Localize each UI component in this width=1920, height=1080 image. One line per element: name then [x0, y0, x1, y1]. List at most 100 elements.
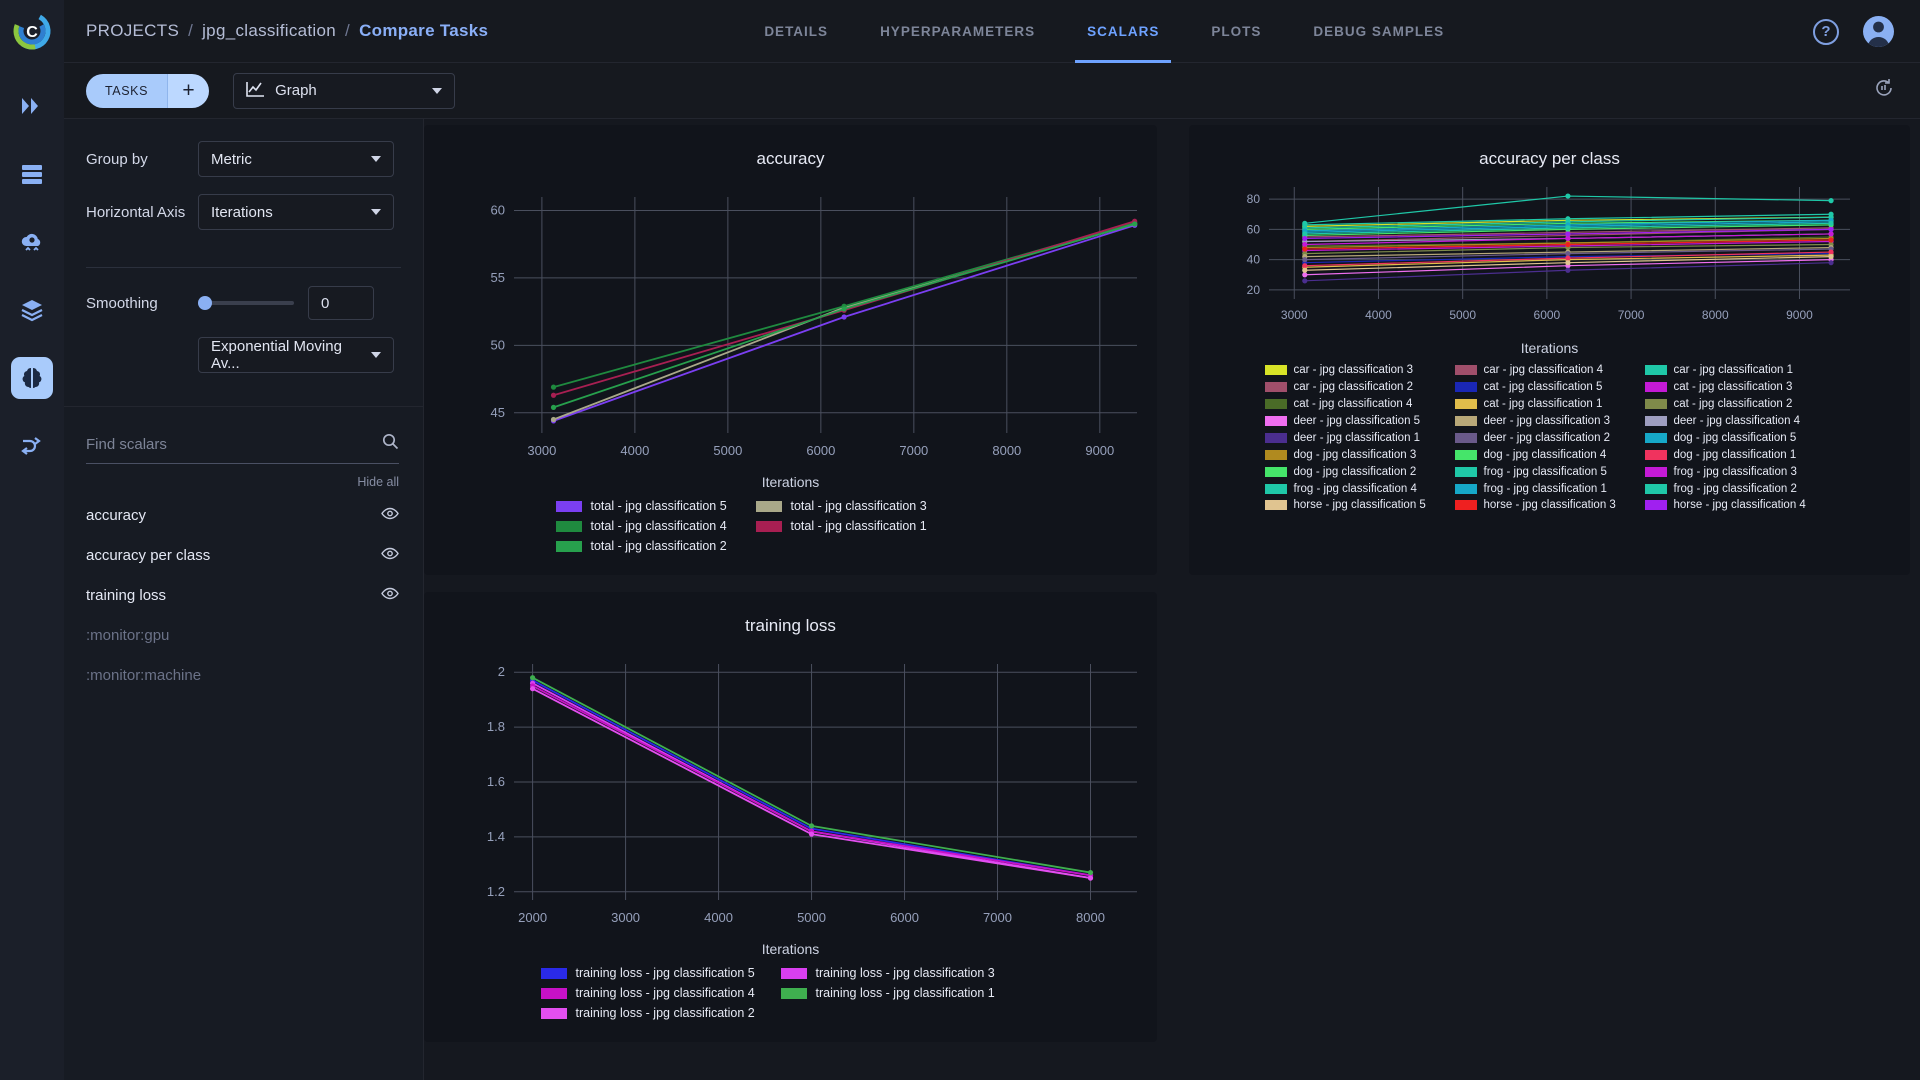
slider-knob[interactable] [198, 296, 212, 310]
legend-item[interactable]: training loss - jpg classification 4 [540, 986, 781, 1000]
chart-card-training-loss[interactable]: training loss 2000 3000 4000 5000 6000 7000 80… [424, 592, 1157, 1042]
chart-card-accuracy[interactable]: accuracy 3000 4000 5000 6000 7000 8000 9000 45 5… [424, 125, 1157, 575]
scalar-item-monitor-gpu[interactable]: :monitor:gpu [64, 615, 423, 655]
smoothing-slider[interactable] [198, 296, 294, 310]
group-by-row: Group by Metric [86, 141, 401, 177]
horizontal-axis-select[interactable]: Iterations [198, 194, 394, 230]
horizontal-axis-value: Iterations [211, 203, 273, 221]
legend-item[interactable]: training loss - jpg classification 3 [780, 966, 1021, 980]
graph-type-select[interactable]: Graph [233, 72, 456, 109]
tab-debug-samples[interactable]: DEBUG SAMPLES [1287, 0, 1470, 63]
eye-icon[interactable] [381, 547, 399, 564]
scalar-label: training loss [86, 586, 167, 604]
legend-item[interactable]: training loss - jpg classification 2 [540, 1006, 781, 1020]
legend-item[interactable]: training loss - jpg classification 1 [780, 986, 1021, 1000]
legend-item[interactable]: car - jpg classification 1 [1644, 363, 1835, 378]
svg-text:1.4: 1.4 [487, 829, 505, 844]
legend-label: frog - jpg classification 5 [1483, 465, 1607, 478]
legend-item[interactable]: total - jpg classification 5 [555, 499, 756, 513]
pipelines-icon[interactable] [11, 85, 53, 127]
legend-item[interactable]: frog - jpg classification 3 [1644, 464, 1835, 479]
smoothing-type-select[interactable]: Exponential Moving Av... [198, 337, 394, 373]
tasks-button[interactable]: TASKS [86, 73, 168, 108]
scalar-label: :monitor:machine [86, 666, 202, 684]
legend-swatch [1264, 365, 1287, 376]
workflows-icon[interactable] [11, 425, 53, 467]
legend-item[interactable]: dog - jpg classification 5 [1644, 431, 1835, 446]
legend-item[interactable]: cat - jpg classification 4 [1264, 397, 1455, 412]
legend-item[interactable]: deer - jpg classification 4 [1644, 414, 1835, 429]
eye-icon[interactable] [381, 587, 399, 604]
scalar-item-training-loss[interactable]: training loss [64, 575, 423, 615]
legend-item[interactable]: total - jpg classification 4 [555, 519, 756, 533]
svg-text:20: 20 [1247, 283, 1261, 297]
accuracy-per-class-plot[interactable]: 3000 4000 5000 6000 7000 8000 9000 20 40 60 80 [1189, 169, 1910, 329]
scalar-label: :monitor:gpu [86, 626, 170, 644]
legend-item[interactable]: cat - jpg classification 3 [1644, 380, 1835, 395]
legend-item[interactable]: horse - jpg classification 3 [1454, 498, 1645, 513]
legend-swatch [1644, 399, 1667, 410]
avatar[interactable] [1863, 16, 1894, 47]
chart-card-accuracy-per-class[interactable]: accuracy per class 3000 4000 5000 6000 7000 8… [1189, 125, 1910, 575]
legend-item[interactable]: cat - jpg classification 2 [1644, 397, 1835, 412]
legend-label: cat - jpg classification 2 [1673, 398, 1793, 411]
tab-hyperparameters[interactable]: HYPERPARAMETERS [854, 0, 1061, 63]
smoothing-input[interactable]: 0 [308, 286, 374, 320]
legend-item[interactable]: dog - jpg classification 3 [1264, 447, 1455, 462]
chart-title: accuracy [756, 149, 825, 168]
search-icon[interactable] [382, 433, 399, 455]
scalar-item-accuracy-per-class[interactable]: accuracy per class [64, 535, 423, 575]
legend-item[interactable]: frog - jpg classification 5 [1454, 464, 1645, 479]
legend-swatch [1454, 382, 1477, 393]
accuracy-plot[interactable]: 3000 4000 5000 6000 7000 8000 9000 45 50 55 60 [424, 169, 1157, 469]
legend-item[interactable]: cat - jpg classification 1 [1454, 397, 1645, 412]
breadcrumb-projects[interactable]: PROJECTS [86, 21, 179, 41]
legend-item[interactable]: car - jpg classification 3 [1264, 363, 1455, 378]
slider-track [198, 301, 294, 305]
legend-item[interactable]: horse - jpg classification 4 [1644, 498, 1835, 513]
hide-all-button[interactable]: Hide all [64, 464, 423, 489]
legend-item[interactable]: frog - jpg classification 4 [1264, 481, 1455, 496]
legend-item[interactable]: total - jpg classification 3 [755, 499, 991, 513]
legend-item[interactable]: dog - jpg classification 2 [1264, 464, 1455, 479]
legend-item[interactable]: deer - jpg classification 5 [1264, 414, 1455, 429]
legend-item[interactable]: cat - jpg classification 5 [1454, 380, 1645, 395]
clearml-logo[interactable]: C [0, 0, 64, 63]
svg-text:50: 50 [491, 337, 505, 352]
help-icon[interactable]: ? [1813, 18, 1839, 45]
legend-swatch [780, 987, 807, 999]
legend-item[interactable]: dog - jpg classification 4 [1454, 447, 1645, 462]
legend-item[interactable]: training loss - jpg classification 5 [540, 966, 781, 980]
legend-item[interactable]: frog - jpg classification 1 [1454, 481, 1645, 496]
legend-swatch [1644, 432, 1667, 443]
scalar-item-monitor-machine[interactable]: :monitor:machine [64, 655, 423, 695]
scalar-item-accuracy[interactable]: accuracy [64, 495, 423, 535]
legend-item[interactable]: frog - jpg classification 2 [1644, 481, 1835, 496]
auto-refresh-icon[interactable] [1874, 78, 1894, 103]
legend-item[interactable]: deer - jpg classification 1 [1264, 431, 1455, 446]
search-input[interactable] [86, 435, 382, 453]
eye-icon[interactable] [381, 507, 399, 524]
datasets-icon[interactable] [11, 153, 53, 195]
tab-plots[interactable]: PLOTS [1185, 0, 1287, 63]
add-task-button[interactable]: + [167, 73, 210, 108]
models-icon[interactable] [11, 289, 53, 331]
legend-item[interactable]: deer - jpg classification 3 [1454, 414, 1645, 429]
legend-item[interactable]: horse - jpg classification 5 [1264, 498, 1455, 513]
legend-item[interactable]: dog - jpg classification 1 [1644, 447, 1835, 462]
legend-swatch [1644, 365, 1667, 376]
breadcrumb-project[interactable]: jpg_classification [202, 21, 336, 41]
toolbar: TASKS + Graph [64, 63, 1920, 119]
legend-item[interactable]: car - jpg classification 4 [1454, 363, 1645, 378]
legend-item[interactable]: total - jpg classification 1 [755, 519, 991, 533]
legend-item[interactable]: car - jpg classification 2 [1264, 380, 1455, 395]
tab-details[interactable]: DETAILS [738, 0, 854, 63]
legend-item[interactable]: total - jpg classification 2 [555, 539, 756, 553]
group-by-select[interactable]: Metric [198, 141, 394, 177]
cloud-compute-icon[interactable] [11, 221, 53, 263]
legend-item[interactable]: deer - jpg classification 2 [1454, 431, 1645, 446]
svg-text:1.6: 1.6 [487, 774, 505, 789]
training-loss-plot[interactable]: 2000 3000 4000 5000 6000 7000 8000 1.2 1.4 1.6 1.8… [424, 636, 1157, 936]
tab-scalars[interactable]: SCALARS [1061, 0, 1185, 63]
experiments-icon[interactable] [11, 357, 53, 399]
